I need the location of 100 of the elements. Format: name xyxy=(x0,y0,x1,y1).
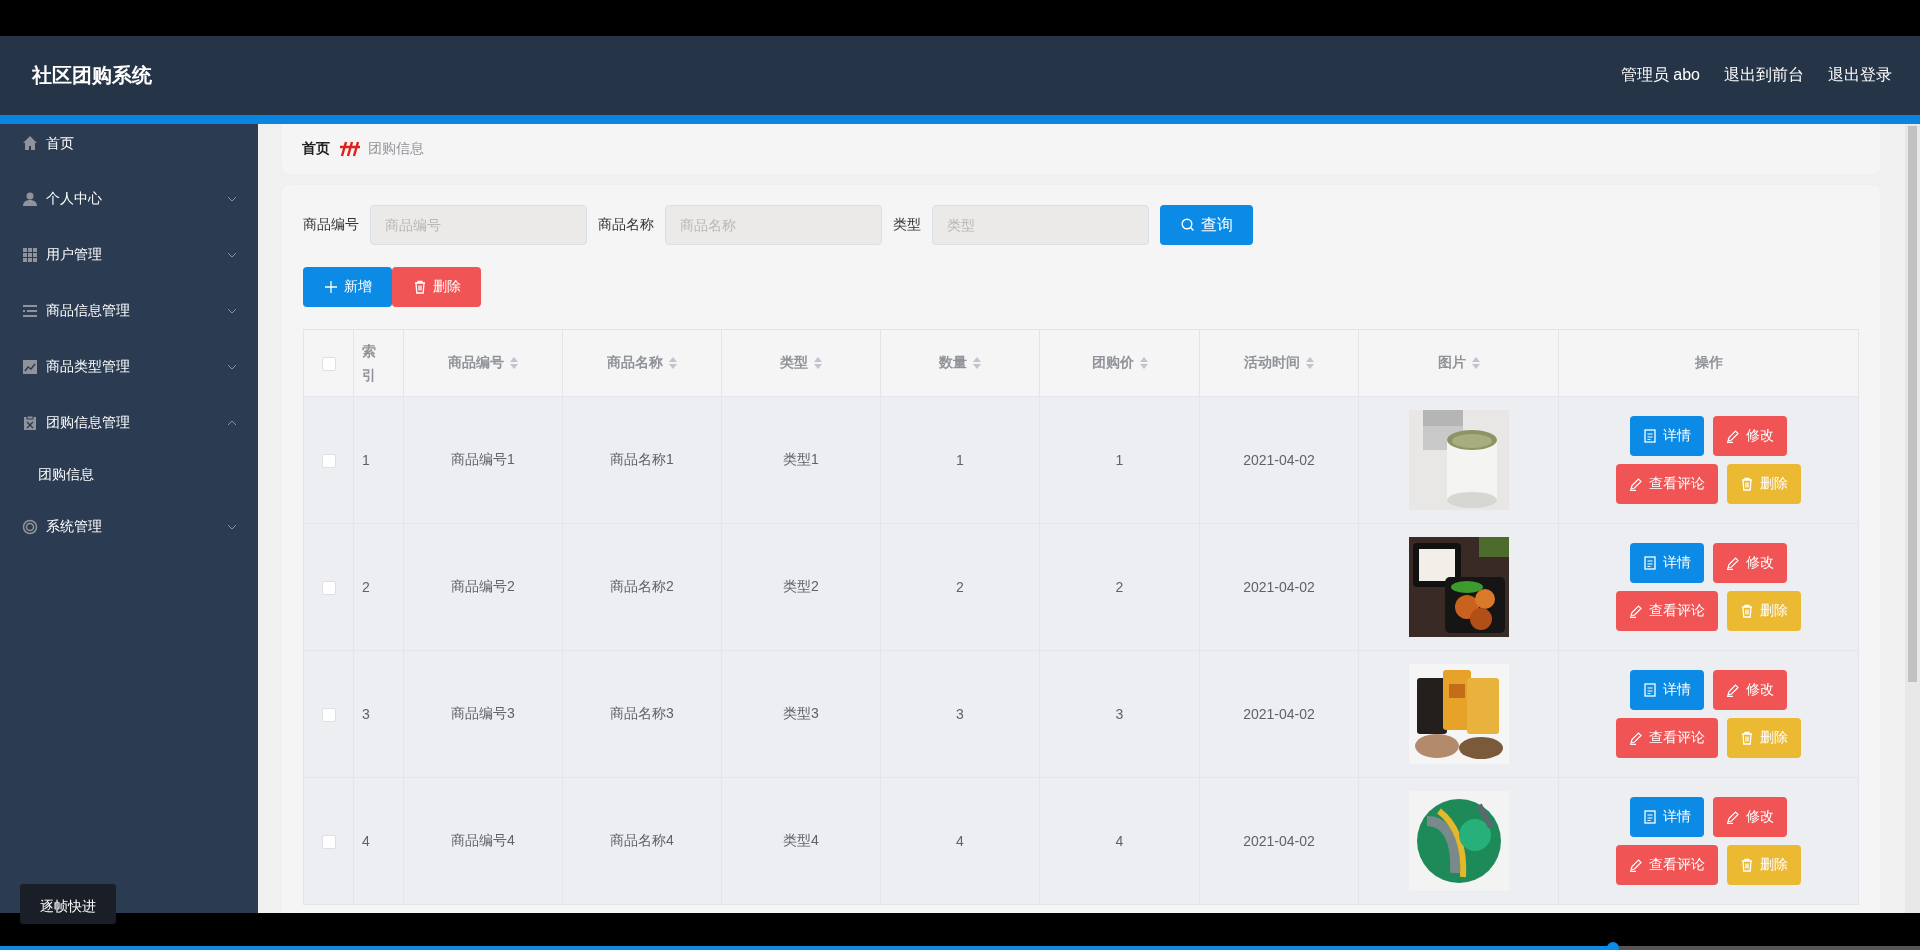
grid-icon xyxy=(22,247,38,263)
sidebar-subitem[interactable]: 团购信息 xyxy=(0,451,258,499)
table-cell: 商品编号1 xyxy=(403,396,563,524)
separator-icon xyxy=(338,140,360,158)
field-label: 商品编号 xyxy=(303,216,359,234)
document-icon xyxy=(1643,683,1657,697)
document-icon xyxy=(1643,429,1657,443)
column-header: 索引 xyxy=(353,329,404,397)
clipboard-icon xyxy=(22,415,38,431)
sidebar-item[interactable]: 个人中心 xyxy=(0,171,258,227)
pencil-icon xyxy=(1629,604,1643,618)
header-link[interactable]: 退出登录 xyxy=(1828,65,1892,86)
sidebar-item[interactable]: 系统管理 xyxy=(0,499,258,555)
edit-button[interactable]: 修改 xyxy=(1713,670,1787,710)
table-cell: 商品名称4 xyxy=(562,777,722,905)
pencil-icon xyxy=(1726,810,1740,824)
sidebar-item[interactable]: 团购信息管理 xyxy=(0,395,258,451)
table-cell: 2 xyxy=(353,523,404,651)
detail-button[interactable]: 详情 xyxy=(1630,670,1704,710)
sidebar-item[interactable]: 用户管理 xyxy=(0,227,258,283)
table-cell: 类型3 xyxy=(721,650,881,778)
column-header[interactable]: 商品编号 xyxy=(403,329,563,397)
table-cell: 商品编号2 xyxy=(403,523,563,651)
delete-button[interactable]: 删除 xyxy=(1727,464,1801,504)
table-cell: 3 xyxy=(1039,650,1200,778)
column-header[interactable]: 图片 xyxy=(1358,329,1559,397)
table-cell: 4 xyxy=(353,777,404,905)
comments-button[interactable]: 查看评论 xyxy=(1616,845,1718,885)
edit-button[interactable]: 修改 xyxy=(1713,543,1787,583)
table-cell: 商品编号3 xyxy=(403,650,563,778)
table-cell: 2021-04-02 xyxy=(1199,777,1359,905)
row-checkbox[interactable] xyxy=(321,581,336,596)
table-cell: 商品名称2 xyxy=(562,523,722,651)
add-button[interactable]: 新增 xyxy=(303,267,392,307)
tooltip: 逐帧快进 xyxy=(20,884,116,924)
header-link[interactable]: 退出到前台 xyxy=(1724,65,1804,86)
table-cell: 2 xyxy=(1039,523,1200,651)
breadcrumb-link[interactable]: 首页 xyxy=(302,140,330,158)
table-cell: 4 xyxy=(880,777,1040,905)
trash-icon xyxy=(1740,477,1754,491)
table-cell: 1 xyxy=(880,396,1040,524)
table-cell: 3 xyxy=(880,650,1040,778)
home-icon xyxy=(22,135,38,151)
field-label: 商品名称 xyxy=(598,216,654,234)
pencil-icon xyxy=(1726,556,1740,570)
table-cell: 2 xyxy=(880,523,1040,651)
progress-handle[interactable] xyxy=(1606,942,1619,950)
table-cell: 类型2 xyxy=(721,523,881,651)
column-header[interactable]: 活动时间 xyxy=(1199,329,1359,397)
column-header: 操作 xyxy=(1558,329,1859,397)
search-icon xyxy=(1180,218,1195,232)
breadcrumb-link[interactable]: 团购信息 xyxy=(368,140,424,158)
trash-icon xyxy=(412,280,427,294)
column-header[interactable]: 数量 xyxy=(880,329,1040,397)
app-title: 社区团购系统 xyxy=(32,63,152,88)
pencil-icon xyxy=(1629,477,1643,491)
edit-button[interactable]: 修改 xyxy=(1713,797,1787,837)
chart-icon xyxy=(22,359,38,375)
select-all-checkbox[interactable] xyxy=(321,357,336,372)
delete-button[interactable]: 删除 xyxy=(1727,845,1801,885)
list-icon xyxy=(22,303,38,319)
sidebar-item[interactable]: 首页 xyxy=(0,124,258,171)
column-header[interactable]: 类型 xyxy=(721,329,881,397)
document-icon xyxy=(1643,810,1657,824)
detail-button[interactable]: 详情 xyxy=(1630,543,1704,583)
table-cell: 商品名称3 xyxy=(562,650,722,778)
pencil-icon xyxy=(1726,683,1740,697)
pencil-icon xyxy=(1629,858,1643,872)
table-cell: 3 xyxy=(353,650,404,778)
table-cell: 1 xyxy=(353,396,404,524)
table-cell: 类型1 xyxy=(721,396,881,524)
plus-icon xyxy=(323,280,338,294)
table-cell: 商品名称1 xyxy=(562,396,722,524)
table-cell: 1 xyxy=(1039,396,1200,524)
detail-button[interactable]: 详情 xyxy=(1630,416,1704,456)
row-checkbox[interactable] xyxy=(321,708,336,723)
comments-button[interactable]: 查看评论 xyxy=(1616,591,1718,631)
scrollbar[interactable] xyxy=(1905,124,1920,913)
row-checkbox[interactable] xyxy=(321,454,336,469)
sidebar-item[interactable]: 商品信息管理 xyxy=(0,283,258,339)
edit-button[interactable]: 修改 xyxy=(1713,416,1787,456)
delete-button[interactable]: 删除 xyxy=(392,267,481,307)
table-cell: 2021-04-02 xyxy=(1199,650,1359,778)
document-icon xyxy=(1643,556,1657,570)
detail-button[interactable]: 详情 xyxy=(1630,797,1704,837)
delete-button[interactable]: 删除 xyxy=(1727,718,1801,758)
trash-icon xyxy=(1740,858,1754,872)
column-header[interactable]: 商品名称 xyxy=(562,329,722,397)
pencil-icon xyxy=(1726,429,1740,443)
column-header[interactable]: 团购价 xyxy=(1039,329,1200,397)
table-cell: 商品编号4 xyxy=(403,777,563,905)
table-cell: 类型4 xyxy=(721,777,881,905)
comments-button[interactable]: 查看评论 xyxy=(1616,718,1718,758)
comments-button[interactable]: 查看评论 xyxy=(1616,464,1718,504)
row-checkbox[interactable] xyxy=(321,835,336,850)
search-button[interactable]: 查询 xyxy=(1160,205,1253,245)
header-link[interactable]: 管理员 abo xyxy=(1620,65,1700,86)
sidebar-item[interactable]: 商品类型管理 xyxy=(0,339,258,395)
trash-icon xyxy=(1740,731,1754,745)
delete-button[interactable]: 删除 xyxy=(1727,591,1801,631)
